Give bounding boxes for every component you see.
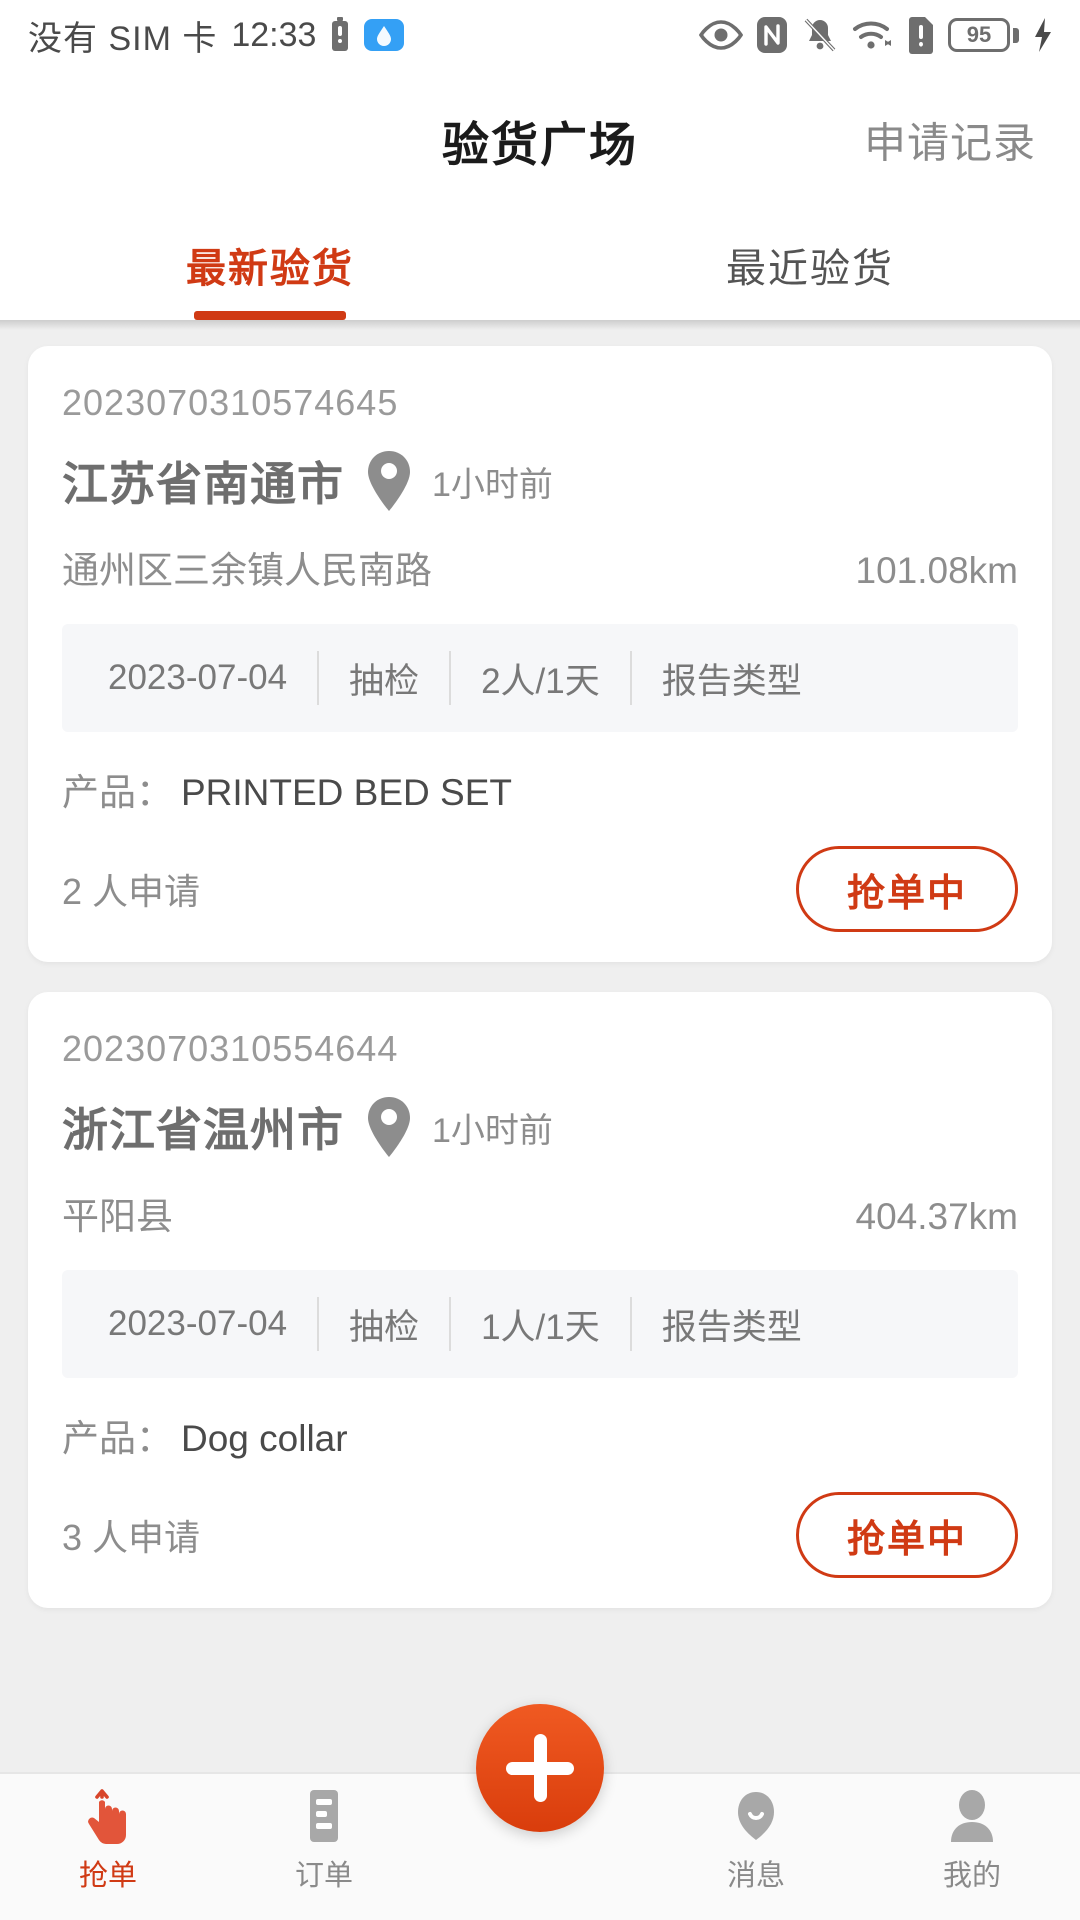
meta-inspection-type: 抽检 — [349, 661, 420, 701]
order-card[interactable]: 2023070310554644 浙江省温州市 1小时前 平阳县 404.37k… — [28, 992, 1052, 1608]
add-order-fab[interactable] — [476, 1704, 604, 1832]
meta-date: 2023-07-04 — [108, 1304, 288, 1343]
tab-active-indicator — [194, 311, 346, 320]
tab-label: 最新验货 — [186, 247, 354, 291]
nav-item-profile[interactable]: 我的 — [864, 1788, 1080, 1894]
product-row: 产品： PRINTED BED SET — [62, 762, 1018, 816]
bottom-navigation-bar: 抢单 订单 消息 我的 — [0, 1704, 1080, 1920]
address-row: 平阳县 404.37km — [62, 1186, 1018, 1240]
card-footer: 2 人申请 抢单中 — [62, 846, 1018, 932]
nav-item-orders[interactable]: 订单 — [216, 1788, 432, 1894]
order-card[interactable]: 2023070310574645 江苏省南通市 1小时前 通州区三余镇人民南路 … — [28, 346, 1052, 962]
battery-percent-label: 95 — [948, 18, 1010, 52]
cloud-icon — [364, 17, 405, 53]
nav-label: 消息 — [726, 1860, 785, 1892]
inspection-order-list[interactable]: 2023070310574645 江苏省南通市 1小时前 通州区三余镇人民南路 … — [0, 330, 1080, 1772]
product-value: Dog collar — [181, 1418, 348, 1459]
plus-icon-vertical — [533, 1734, 547, 1802]
carrier-label: 没有 SIM 卡 — [28, 19, 218, 58]
product-value: PRINTED BED SET — [181, 772, 512, 813]
order-number: 2023070310554644 — [62, 1028, 399, 1069]
bell-off-icon — [801, 16, 839, 54]
charging-bolt-icon — [1032, 17, 1054, 53]
eye-icon — [699, 20, 743, 50]
meta-inspection-type: 抽检 — [349, 1307, 420, 1347]
address-row: 通州区三余镇人民南路 101.08km — [62, 540, 1018, 594]
message-icon — [730, 1788, 782, 1844]
tab-bar: 最新验货 最近验货 — [0, 210, 1080, 320]
app-header: 验货广场 申请记录 — [0, 70, 1080, 210]
applicant-count-label: 3 人申请 — [62, 1517, 201, 1558]
time-ago-label: 1小时前 — [432, 1111, 553, 1150]
tab-recent-inspection[interactable]: 最近验货 — [540, 210, 1080, 320]
meta-date: 2023-07-04 — [108, 658, 288, 697]
status-bar-right: 95 — [699, 16, 1054, 54]
wifi-icon — [852, 18, 894, 52]
tab-latest-inspection[interactable]: 最新验货 — [0, 210, 540, 320]
address-label: 平阳县 — [62, 1196, 173, 1237]
product-row: 产品： Dog collar — [62, 1408, 1018, 1462]
order-number: 2023070310574645 — [62, 382, 399, 423]
meta-manpower: 2人/1天 — [481, 661, 600, 701]
application-records-link[interactable]: 申请记录 — [864, 110, 1036, 171]
clock-label: 12:33 — [231, 15, 317, 54]
location-row: 江苏省南通市 1小时前 — [62, 448, 1018, 514]
tab-label: 最近验货 — [726, 247, 894, 291]
location-row: 浙江省温州市 1小时前 — [62, 1094, 1018, 1160]
city-label: 江苏省南通市 — [62, 458, 344, 510]
nav-label: 抢单 — [78, 1860, 137, 1892]
grab-order-button[interactable]: 抢单中 — [795, 1492, 1018, 1578]
battery-nub — [1013, 27, 1019, 43]
time-ago-label: 1小时前 — [432, 465, 553, 504]
nav-label: 订单 — [294, 1860, 353, 1892]
nav-item-messages[interactable]: 消息 — [648, 1788, 864, 1894]
card-footer: 3 人申请 抢单中 — [62, 1492, 1018, 1578]
tap-hand-icon — [81, 1788, 135, 1844]
applicant-count-label: 2 人申请 — [62, 871, 201, 912]
person-icon — [947, 1788, 997, 1844]
page-title: 验货广场 — [442, 117, 638, 171]
grab-order-button[interactable]: 抢单中 — [795, 846, 1018, 932]
meta-report-type: 报告类型 — [661, 1307, 802, 1347]
location-pin-icon — [366, 450, 412, 512]
sim-battery-icon — [330, 17, 350, 53]
status-bar-left: 没有 SIM 卡 12:33 — [28, 11, 405, 60]
address-label: 通州区三余镇人民南路 — [62, 550, 432, 591]
header-shadow — [0, 320, 1080, 330]
status-bar: 没有 SIM 卡 12:33 95 — [0, 0, 1080, 70]
meta-report-type: 报告类型 — [661, 661, 802, 701]
product-label: 产品： — [62, 772, 173, 813]
city-label: 浙江省温州市 — [62, 1104, 344, 1156]
location-pin-icon — [366, 1096, 412, 1158]
nfc-icon — [756, 16, 788, 54]
battery-icon: 95 — [948, 18, 1019, 52]
nav-item-grab-order[interactable]: 抢单 — [0, 1788, 216, 1894]
order-list-icon — [300, 1788, 348, 1844]
meta-manpower: 1人/1天 — [481, 1307, 600, 1347]
distance-label: 404.37km — [855, 1196, 1019, 1237]
sim-alert-icon — [907, 16, 935, 54]
distance-label: 101.08km — [855, 550, 1019, 591]
order-meta-strip: 2023-07-04 抽检 1人/1天 报告类型 — [62, 1270, 1018, 1378]
order-meta-strip: 2023-07-04 抽检 2人/1天 报告类型 — [62, 624, 1018, 732]
product-label: 产品： — [62, 1418, 173, 1459]
nav-label: 我的 — [942, 1860, 1001, 1892]
